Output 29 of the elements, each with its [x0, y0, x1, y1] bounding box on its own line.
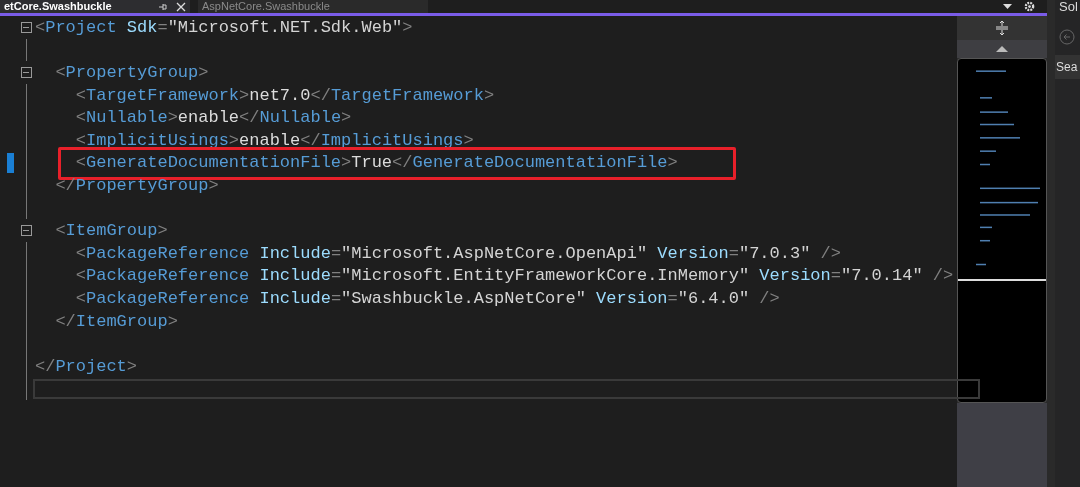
- code-line: </PropertyGroup>: [54, 176, 219, 194]
- up-arrow-icon: [996, 46, 1008, 52]
- code-line: <TargetFramework>net7.0</TargetFramework>: [74, 86, 495, 104]
- close-icon[interactable]: [176, 1, 186, 12]
- panel-title: Sol: [1058, 0, 1079, 13]
- collapse-icon[interactable]: [20, 225, 32, 237]
- code-line: <GenerateDocumentationFile>True</GenerateDocumentationFile>: [74, 154, 678, 172]
- dropdown-icon[interactable]: [1003, 3, 1012, 10]
- code-line: <PackageReference Include="Microsoft.AspNetCore.OpenApi" Version="7.0.3" />: [74, 244, 841, 262]
- split-button[interactable]: [957, 16, 1047, 40]
- code-line: <ItemGroup>: [54, 222, 168, 240]
- code-line: </Project>: [35, 357, 138, 375]
- collapse-icon[interactable]: [20, 21, 32, 33]
- code-line: <ImplicitUsings>enable</ImplicitUsings>: [74, 131, 474, 149]
- code-line: <Project Sdk="Microsoft.NET.Sdk.Web">: [35, 18, 413, 36]
- code-line: </ItemGroup>: [54, 312, 178, 330]
- collapse-icon[interactable]: [20, 67, 32, 78]
- editor-tab[interactable]: etCore.Swashbuckle: [0, 0, 190, 13]
- split-icon: [995, 20, 1009, 36]
- code-line: <PackageReference Include="Swashbuckle.AspNetCore" Version="6.4.0" />: [74, 289, 780, 307]
- pin-icon[interactable]: [158, 1, 168, 12]
- code-line: <PropertyGroup>: [54, 64, 209, 81]
- minimap[interactable]: [957, 58, 1047, 403]
- scroll-up-button[interactable]: [957, 40, 1047, 58]
- code-line: <PackageReference Include="Microsoft.EntityFrameworkCore.InMemory" Version="7.0.14" />: [74, 267, 954, 285]
- code-line: <Nullable>enable</Nullable>: [74, 109, 352, 127]
- editor-tab[interactable]: AspNetCore.Swashbuckle: [198, 0, 428, 13]
- settings-icon[interactable]: [1024, 1, 1035, 12]
- search-field[interactable]: Sea: [1055, 55, 1080, 79]
